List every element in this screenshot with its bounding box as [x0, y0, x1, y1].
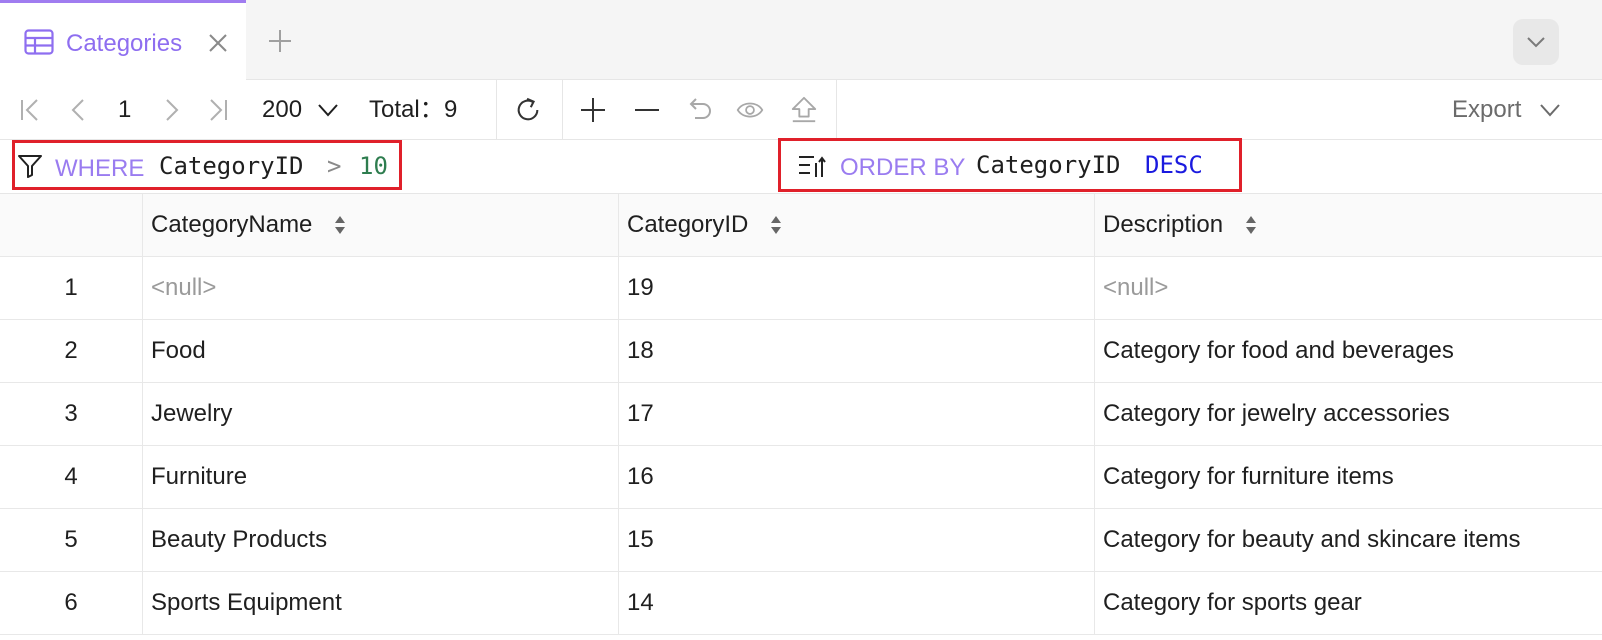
plus-icon	[581, 98, 605, 122]
refresh-button[interactable]	[514, 96, 542, 124]
row-number: 4	[64, 463, 78, 490]
filter-icon	[18, 155, 42, 178]
toolbar-divider	[562, 80, 563, 140]
row-number: 3	[64, 400, 78, 427]
cell-categoryid[interactable]: 15	[618, 509, 1094, 571]
table-row[interactable]: 5 Beauty Products 15 Category for beauty…	[0, 509, 1602, 572]
column-header-categoryid[interactable]: CategoryID	[618, 194, 1094, 256]
refresh-icon	[517, 97, 539, 121]
filter-bar: WHERE CategoryID > 10 ORDER BY CategoryI…	[0, 138, 1602, 194]
next-page-button[interactable]	[158, 96, 186, 124]
cell-description[interactable]: Category for food and beverages	[1094, 320, 1602, 382]
tab-list-button[interactable]	[1513, 19, 1559, 65]
column-header-description[interactable]: Description	[1094, 194, 1602, 256]
cell-categoryname[interactable]: Furniture	[142, 446, 618, 508]
where-operator: >	[327, 152, 342, 180]
export-button[interactable]: Export	[1452, 94, 1521, 126]
chevron-left-icon	[71, 99, 84, 121]
where-filter[interactable]: WHERE CategoryID > 10	[12, 140, 402, 190]
first-page-button[interactable]	[16, 96, 44, 124]
eye-icon	[736, 102, 764, 118]
cell-description[interactable]: Category for furniture items	[1094, 446, 1602, 508]
toolbar: 1 200 Total： 9 Export	[0, 80, 1602, 140]
prev-page-button[interactable]	[64, 96, 92, 124]
add-row-button[interactable]	[579, 96, 607, 124]
where-column: CategoryID	[159, 152, 304, 180]
minus-icon	[635, 109, 659, 111]
page-size-dropdown[interactable]	[314, 96, 342, 124]
sort-icon[interactable]	[334, 213, 346, 237]
order-by-filter[interactable]: ORDER BY CategoryID DESC	[778, 138, 1242, 192]
row-number: 1	[64, 274, 78, 301]
table-row[interactable]: 6 Sports Equipment 14 Category for sport…	[0, 572, 1602, 635]
toolbar-divider	[496, 80, 497, 140]
where-keyword: WHERE	[55, 155, 145, 182]
row-number-header	[0, 194, 142, 256]
preview-button[interactable]	[736, 96, 764, 124]
cell-categoryid[interactable]: 17	[618, 383, 1094, 445]
chevron-down-icon	[318, 104, 338, 117]
order-by-column: CategoryID	[976, 151, 1121, 179]
grid-header-row: CategoryName CategoryID Description	[0, 194, 1602, 257]
chevron-right-icon	[166, 99, 179, 121]
cell-description[interactable]: Category for sports gear	[1094, 572, 1602, 634]
upload-icon	[791, 96, 817, 123]
row-number: 6	[64, 589, 78, 616]
export-dropdown[interactable]	[1536, 96, 1564, 124]
column-header-label: Description	[1103, 211, 1224, 238]
cell-categoryname[interactable]: Beauty Products	[142, 509, 618, 571]
sort-icon[interactable]	[1245, 213, 1257, 237]
undo-icon	[689, 98, 711, 119]
chevron-down-icon	[1527, 37, 1545, 48]
last-page-button[interactable]	[204, 96, 232, 124]
page-number[interactable]: 1	[118, 94, 131, 126]
cell-categoryid[interactable]: 16	[618, 446, 1094, 508]
page-size-select[interactable]: 200	[262, 94, 302, 126]
cell-categoryname[interactable]: Food	[142, 320, 618, 382]
first-page-icon	[21, 99, 38, 121]
submit-button[interactable]	[790, 96, 818, 124]
cell-categoryid[interactable]: 14	[618, 572, 1094, 634]
last-page-icon	[210, 99, 227, 121]
cell-description[interactable]: Category for jewelry accessories	[1094, 383, 1602, 445]
cell-description[interactable]: <null>	[1094, 257, 1602, 319]
where-value: 10	[359, 152, 388, 180]
close-icon[interactable]	[206, 31, 230, 55]
tab-bar: Categories	[0, 0, 1602, 80]
order-by-keyword: ORDER BY	[840, 154, 966, 181]
cell-categoryname[interactable]: Jewelry	[142, 383, 618, 445]
column-header-label: CategoryID	[627, 211, 749, 238]
toolbar-divider	[836, 80, 837, 140]
column-header-label: CategoryName	[151, 211, 313, 238]
cell-description[interactable]: Category for beauty and skincare items	[1094, 509, 1602, 571]
cell-categoryname[interactable]: Sports Equipment	[142, 572, 618, 634]
chevron-down-icon	[1540, 104, 1560, 117]
undo-button[interactable]	[685, 96, 713, 124]
table-row[interactable]: 3 Jewelry 17 Category for jewelry access…	[0, 383, 1602, 446]
table-icon	[24, 29, 54, 55]
tab-label: Categories	[66, 30, 183, 57]
total-label: Total：	[369, 96, 444, 123]
table-row[interactable]: 2 Food 18 Category for food and beverage…	[0, 320, 1602, 383]
add-tab-icon[interactable]	[266, 27, 294, 55]
cell-categoryid[interactable]: 19	[618, 257, 1094, 319]
sort-icon[interactable]	[770, 213, 782, 237]
tab-categories[interactable]: Categories	[0, 0, 246, 80]
column-header-categoryname[interactable]: CategoryName	[142, 194, 618, 256]
table-row[interactable]: 1 <null> 19 <null>	[0, 257, 1602, 320]
delete-row-button[interactable]	[633, 96, 661, 124]
sort-order-icon	[799, 156, 826, 177]
table-row[interactable]: 4 Furniture 16 Category for furniture it…	[0, 446, 1602, 509]
cell-categoryid[interactable]: 18	[618, 320, 1094, 382]
total-count: 9	[444, 96, 458, 123]
cell-categoryname[interactable]: <null>	[142, 257, 618, 319]
order-by-direction: DESC	[1145, 151, 1203, 179]
row-number: 2	[64, 337, 78, 364]
row-number: 5	[64, 526, 78, 553]
